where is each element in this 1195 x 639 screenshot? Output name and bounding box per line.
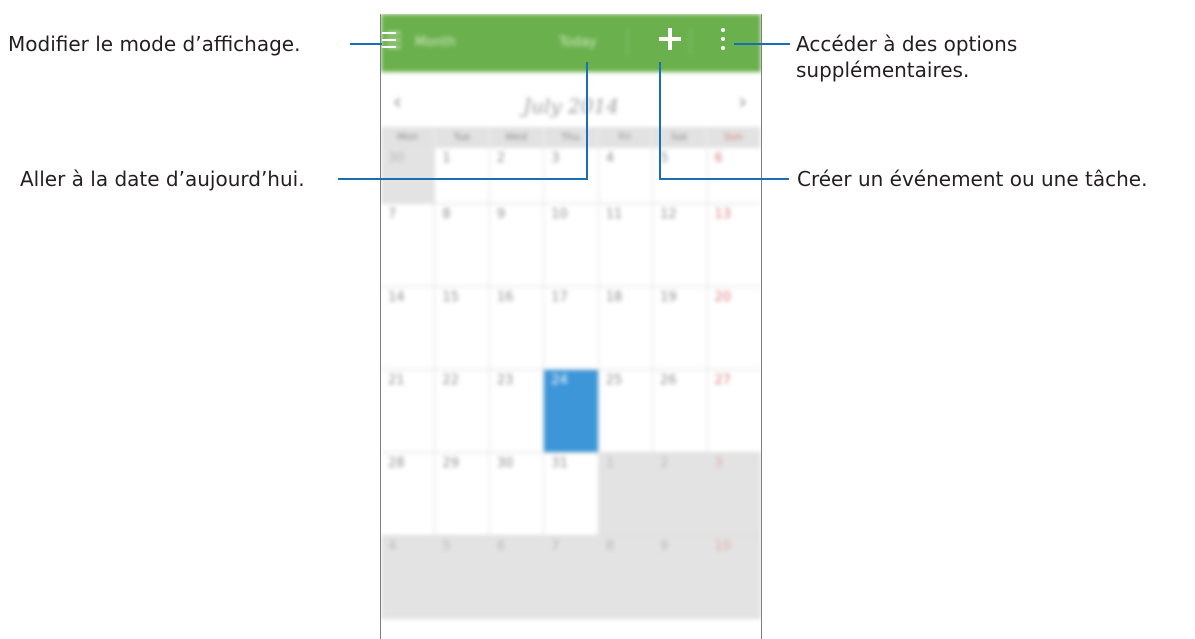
weekday-label: Thu <box>544 127 599 148</box>
callout-more-options-line2: supplémentaires. <box>796 58 970 82</box>
day-cell[interactable]: 7 <box>381 204 436 286</box>
month-grid: 30 1 2 3 4 5 6 7 8 9 10 11 12 13 14 15 1… <box>381 148 761 619</box>
day-cell[interactable]: 30 <box>381 148 436 203</box>
callout-line-today <box>338 178 588 180</box>
week-row: 7 8 9 10 11 12 13 <box>381 204 761 287</box>
calendar-content: Month Today ‹ July 2014 › Mon Tue Wed Th… <box>381 14 761 639</box>
day-cell[interactable]: 31 <box>544 453 599 535</box>
day-cell[interactable]: 22 <box>435 370 490 452</box>
action-divider <box>690 28 691 56</box>
calendar-screen: Month Today ‹ July 2014 › Mon Tue Wed Th… <box>380 14 762 639</box>
day-cell[interactable]: 3 <box>544 148 599 203</box>
weekday-label: Tue <box>435 127 490 148</box>
view-mode-label[interactable]: Month <box>415 35 456 50</box>
day-cell[interactable]: 9 <box>653 536 708 618</box>
menu-icon[interactable] <box>382 32 396 48</box>
day-cell[interactable]: 18 <box>599 287 654 369</box>
weekday-label: Mon <box>381 127 436 148</box>
day-cell[interactable]: 8 <box>598 536 654 618</box>
weekday-header: Mon Tue Wed Thu Fri Sat Sun <box>381 127 761 148</box>
day-cell[interactable]: 7 <box>544 536 599 618</box>
day-cell[interactable]: 5 <box>653 148 708 203</box>
week-row: 30 1 2 3 4 5 6 <box>381 148 761 204</box>
day-cell[interactable]: 14 <box>381 287 436 369</box>
next-month-button[interactable]: › <box>738 90 747 115</box>
day-cell[interactable]: 12 <box>653 204 708 286</box>
day-cell[interactable]: 1 <box>435 148 490 203</box>
today-cell[interactable]: 24 <box>544 370 599 452</box>
callout-go-today: Aller à la date d’aujourd’hui. <box>20 167 305 191</box>
week-row: 14 15 16 17 18 19 20 <box>381 287 761 370</box>
day-cell[interactable]: 25 <box>599 370 654 452</box>
weekday-label: Sun <box>707 127 761 148</box>
weekday-label: Wed <box>490 127 544 148</box>
day-cell[interactable]: 8 <box>435 204 490 286</box>
callout-line-create-vertical <box>659 62 661 180</box>
more-vert-icon[interactable] <box>721 28 725 52</box>
action-divider <box>627 28 628 56</box>
day-cell[interactable]: 2 <box>490 148 545 203</box>
day-cell[interactable]: 19 <box>653 287 708 369</box>
day-cell[interactable]: 4 <box>381 536 436 618</box>
month-navigation: ‹ July 2014 › <box>381 84 761 126</box>
day-cell[interactable]: 30 <box>490 453 545 535</box>
action-bar: Month Today <box>381 14 761 72</box>
week-row: 21 22 23 24 25 26 27 <box>381 370 761 453</box>
callout-line-create <box>659 178 789 180</box>
day-cell[interactable]: 11 <box>599 204 654 286</box>
day-cell[interactable]: 10 <box>544 204 599 286</box>
day-cell[interactable]: 29 <box>435 453 490 535</box>
day-cell[interactable]: 3 <box>707 453 761 535</box>
month-title: July 2014 <box>523 94 619 118</box>
callout-line-more-options <box>734 43 790 45</box>
day-cell[interactable]: 26 <box>653 370 708 452</box>
weekday-label: Fri <box>598 127 653 148</box>
day-cell[interactable]: 2 <box>653 453 708 535</box>
callout-more-options: Accéder à des options supplémentaires. <box>796 31 1017 83</box>
day-cell[interactable]: 20 <box>708 287 761 369</box>
day-cell[interactable]: 16 <box>490 287 545 369</box>
week-row: 28 29 30 31 1 2 3 <box>381 453 761 536</box>
day-cell[interactable]: 23 <box>490 370 545 452</box>
day-cell[interactable]: 21 <box>381 370 436 452</box>
day-cell[interactable]: 10 <box>707 536 761 618</box>
day-cell[interactable]: 28 <box>381 453 436 535</box>
day-cell[interactable]: 27 <box>708 370 761 452</box>
today-button[interactable]: Today <box>559 35 597 50</box>
callout-create-event: Créer un événement ou une tâche. <box>797 167 1148 191</box>
callout-line-today-vertical <box>586 62 588 180</box>
callout-more-options-line1: Accéder à des options <box>796 32 1018 56</box>
day-cell[interactable]: 17 <box>544 287 599 369</box>
day-cell[interactable]: 5 <box>435 536 490 618</box>
callout-view-mode: Modifier le mode d’affichage. <box>8 32 301 56</box>
day-cell[interactable]: 15 <box>435 287 490 369</box>
day-cell[interactable]: 6 <box>708 148 761 203</box>
day-cell[interactable]: 1 <box>598 453 654 535</box>
plus-icon[interactable] <box>659 28 681 50</box>
callout-line-view-mode <box>350 43 382 45</box>
week-row: 4 5 6 7 8 9 10 <box>381 536 761 619</box>
day-cell[interactable]: 9 <box>490 204 545 286</box>
day-cell[interactable]: 4 <box>599 148 654 203</box>
day-cell[interactable]: 13 <box>708 204 761 286</box>
day-cell[interactable]: 6 <box>489 536 545 618</box>
